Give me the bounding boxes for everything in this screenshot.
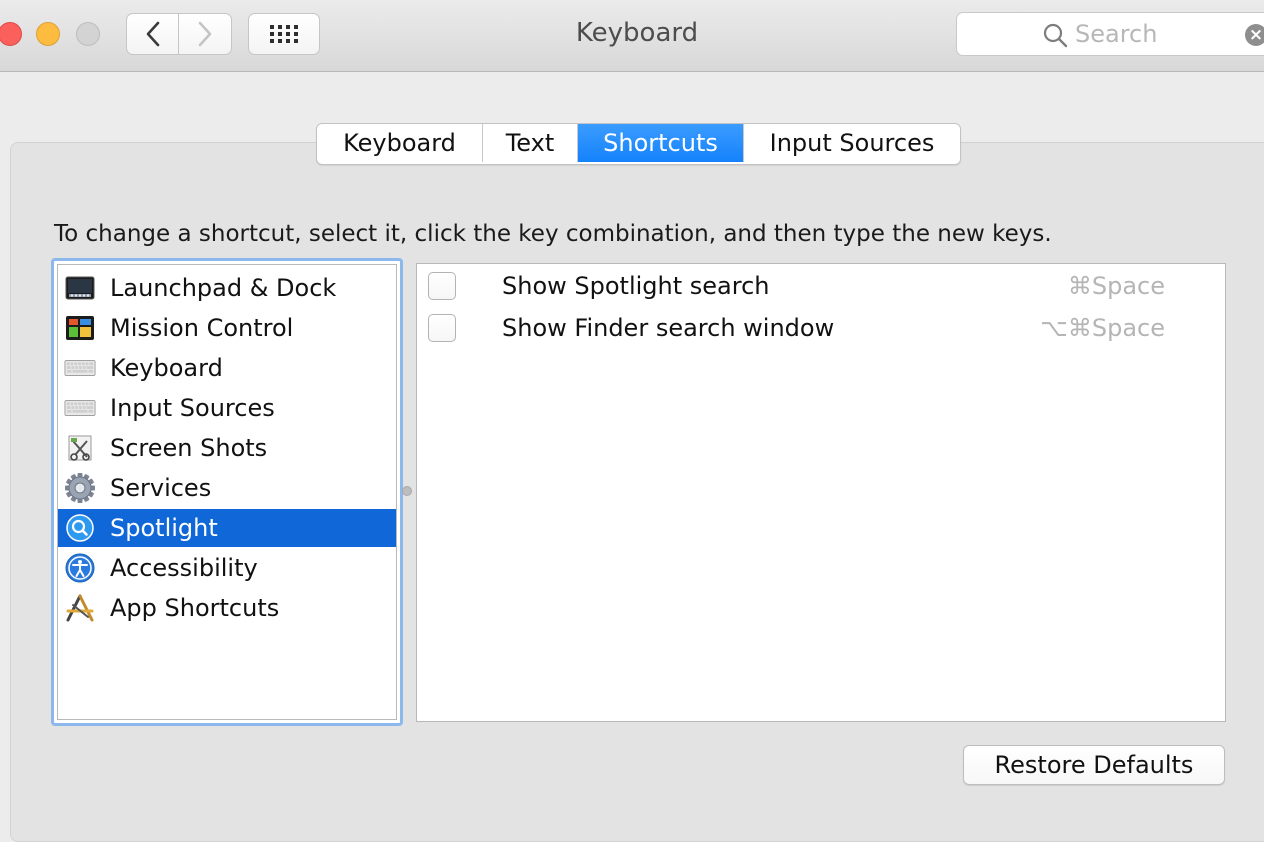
keyboard-icon	[64, 352, 96, 384]
title-bar: Keyboard ×	[0, 0, 1264, 72]
search-icon	[1043, 23, 1068, 48]
category-label: Input Sources	[110, 394, 275, 422]
app-shortcuts-icon	[64, 592, 96, 624]
search-input[interactable]	[1075, 20, 1235, 48]
shortcut-checkbox[interactable]	[428, 272, 456, 300]
shortcut-label: Show Spotlight search	[502, 272, 770, 300]
category-item-keyboard[interactable]: Keyboard	[58, 349, 396, 387]
category-label: Accessibility	[110, 554, 258, 582]
tab-text[interactable]: Text	[483, 124, 578, 162]
category-item-launchpad-dock[interactable]: Launchpad & Dock	[58, 269, 396, 307]
category-item-app-shortcuts[interactable]: App Shortcuts	[58, 589, 396, 627]
category-item-input-sources[interactable]: Input Sources	[58, 389, 396, 427]
category-label: Mission Control	[110, 314, 294, 342]
tab-keyboard[interactable]: Keyboard	[317, 124, 483, 162]
category-item-spotlight[interactable]: Spotlight	[58, 509, 396, 547]
screenshot-icon	[64, 432, 96, 464]
shortcut-label: Show Finder search window	[502, 314, 835, 342]
shortcut-row-show-spotlight-search[interactable]: Show Spotlight search ⌘Space	[417, 266, 1225, 306]
search-field[interactable]: ×	[956, 12, 1264, 56]
category-label: Services	[110, 474, 212, 502]
category-item-screen-shots[interactable]: Screen Shots	[58, 429, 396, 467]
category-item-accessibility[interactable]: Accessibility	[58, 549, 396, 587]
shortcut-row-show-finder-search-window[interactable]: Show Finder search window ⌥⌘Space	[417, 308, 1225, 348]
keyboard-icon	[64, 392, 96, 424]
instruction-text: To change a shortcut, select it, click t…	[54, 221, 1052, 247]
shortcut-category-list[interactable]: Launchpad & Dock Mission Control Keyboar…	[51, 258, 403, 726]
category-label: Screen Shots	[110, 434, 268, 462]
tab-input-sources[interactable]: Input Sources	[744, 124, 960, 162]
category-label: Spotlight	[110, 514, 218, 542]
category-list-body: Launchpad & Dock Mission Control Keyboar…	[57, 264, 397, 720]
shortcut-key-combo[interactable]: ⌘Space	[1068, 272, 1165, 300]
category-label: Keyboard	[110, 354, 223, 382]
split-view-divider-handle[interactable]	[402, 486, 412, 496]
launchpad-dock-icon	[64, 272, 96, 304]
shortcut-key-combo[interactable]: ⌥⌘Space	[1040, 314, 1165, 342]
clear-search-icon[interactable]: ×	[1245, 24, 1264, 46]
gear-icon	[64, 472, 96, 504]
mission-control-icon	[64, 312, 96, 344]
shortcut-checkbox[interactable]	[428, 314, 456, 342]
category-item-services[interactable]: Services	[58, 469, 396, 507]
category-label: App Shortcuts	[110, 594, 280, 622]
tab-bar: Keyboard Text Shortcuts Input Sources	[316, 123, 961, 165]
shortcuts-table: Show Spotlight search ⌘Space Show Finder…	[416, 263, 1226, 722]
spotlight-icon	[64, 512, 96, 544]
category-label: Launchpad & Dock	[110, 274, 337, 302]
restore-defaults-button[interactable]: Restore Defaults	[963, 745, 1225, 785]
tab-shortcuts[interactable]: Shortcuts	[578, 124, 744, 162]
category-item-mission-control[interactable]: Mission Control	[58, 309, 396, 347]
accessibility-icon	[64, 552, 96, 584]
